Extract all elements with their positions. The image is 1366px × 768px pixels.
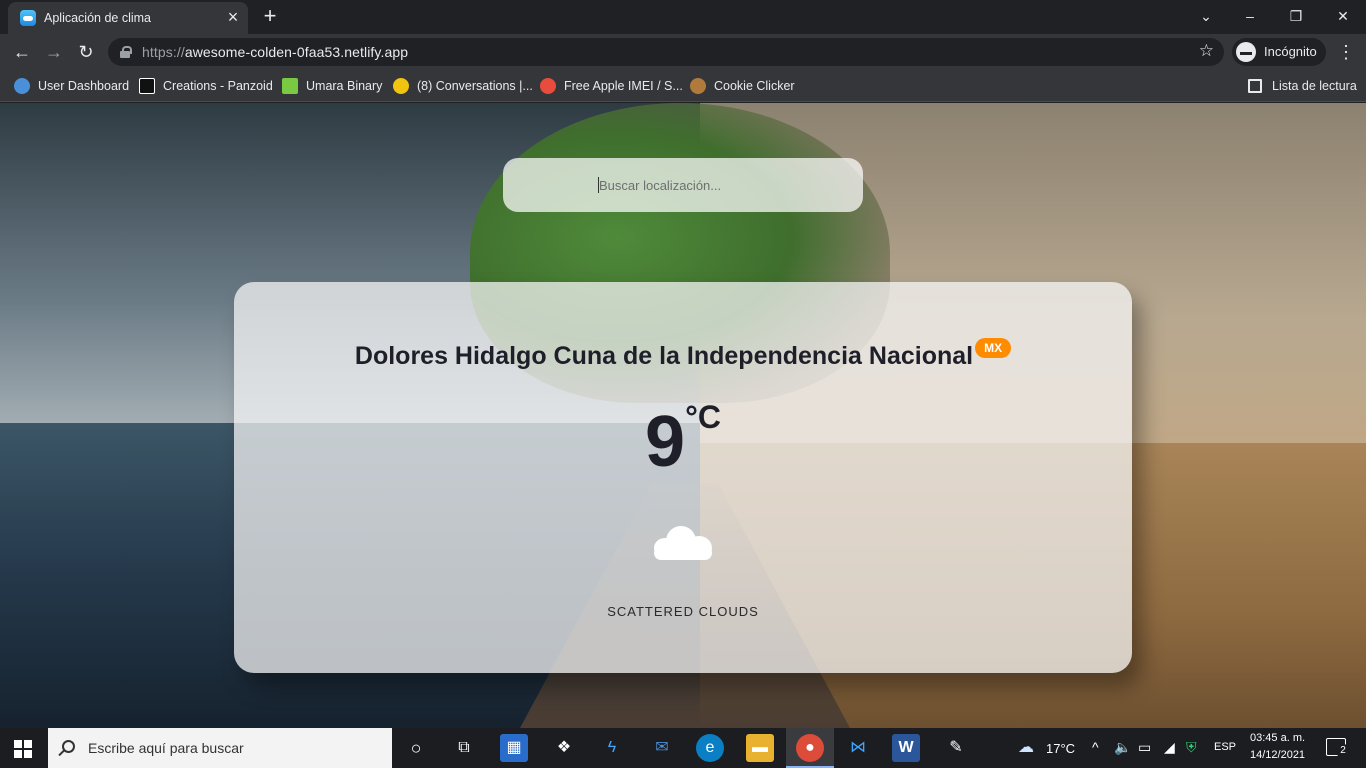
battery-icon[interactable]: ▭	[1138, 739, 1151, 756]
clock-date[interactable]: 14/12/2021	[1250, 749, 1305, 761]
word-icon[interactable]: W	[892, 734, 920, 762]
paint-icon[interactable]: ✎	[942, 734, 970, 762]
bookmarks-bar: User Dashboard Creations - Panzoid Umara…	[0, 70, 1366, 102]
city-heading: Dolores Hidalgo Cuna de la Independencia…	[234, 338, 1132, 371]
bookmark-label: (8) Conversations |...	[417, 79, 533, 93]
vscode-icon[interactable]: ⋈	[844, 734, 872, 762]
search-box	[503, 158, 863, 212]
bookmark-label: Cookie Clicker	[714, 79, 795, 93]
apple-imei-icon	[540, 78, 556, 94]
incognito-icon	[1236, 42, 1256, 62]
bookmark-star-icon[interactable]: ☆	[1199, 41, 1214, 61]
more-menu-icon[interactable]: ⋮	[1336, 40, 1356, 64]
notification-count: 2	[1336, 744, 1350, 758]
close-window-icon[interactable]: ✕	[1333, 6, 1353, 26]
clock-time[interactable]: 03:45 a. m.	[1250, 732, 1305, 744]
chevron-up-icon[interactable]: ^	[1092, 739, 1099, 755]
edge-icon[interactable]: e	[696, 734, 724, 762]
browser-toolbar: ← → ↻ https://awesome-colden-0faa53.netl…	[0, 34, 1366, 70]
cloud-icon	[652, 522, 716, 566]
tray-temperature[interactable]: 17°C	[1046, 741, 1075, 756]
volume-icon[interactable]: 🔈	[1114, 739, 1131, 756]
text-cursor	[598, 177, 599, 193]
bookmark-label: Free Apple IMEI / S...	[564, 79, 683, 93]
reading-list-label: Lista de lectura	[1272, 79, 1357, 93]
url-host: awesome-colden-0faa53.netlify.app	[184, 44, 409, 60]
url-scheme: https://	[142, 44, 185, 60]
panzoid-icon	[139, 78, 155, 94]
weather-favicon-icon	[20, 10, 36, 26]
incognito-button[interactable]: Incógnito	[1232, 38, 1326, 66]
bookmark-label: Umara Binary	[306, 79, 383, 93]
reading-list-button[interactable]: Lista de lectura	[1248, 76, 1357, 96]
location-search-input[interactable]	[599, 175, 839, 195]
address-bar[interactable]: https://awesome-colden-0faa53.netlify.ap…	[108, 38, 1224, 66]
search-icon	[62, 740, 75, 753]
bookmark-panzoid[interactable]: Creations - Panzoid	[139, 76, 273, 96]
language-indicator[interactable]: ESP	[1214, 741, 1236, 753]
bookmark-label: Creations - Panzoid	[163, 79, 273, 93]
tab-search-icon[interactable]: ⌄	[1196, 6, 1216, 26]
temperature-value: 9	[645, 402, 686, 482]
mail-icon[interactable]: ✉	[648, 734, 676, 762]
umara-icon	[282, 78, 298, 94]
task-view-icon[interactable]: ⧉	[450, 734, 478, 762]
minimize-icon[interactable]: –	[1240, 6, 1260, 26]
bookmark-apple-imei[interactable]: Free Apple IMEI / S...	[540, 76, 683, 96]
weather-card: Dolores Hidalgo Cuna de la Independencia…	[234, 282, 1132, 673]
lock-icon[interactable]	[120, 46, 132, 58]
windows-taskbar: Escribe aquí para buscar ○ ⧉ ▦ ❖ ϟ ✉ e ▬…	[0, 728, 1366, 768]
reading-list-icon	[1248, 79, 1262, 93]
file-explorer-icon[interactable]: ▬	[746, 734, 774, 762]
url-text: https://awesome-colden-0faa53.netlify.ap…	[142, 44, 408, 60]
city-name: Dolores Hidalgo Cuna de la Independencia…	[354, 342, 974, 370]
city-name-wrap: Dolores Hidalgo Cuna de la Independencia…	[354, 338, 1012, 371]
tab-title: Aplicación de clima	[44, 11, 151, 25]
bookmark-conversations[interactable]: (8) Conversations |...	[393, 76, 533, 96]
temperature: 9°C	[234, 399, 1132, 482]
weather-description: SCATTERED CLOUDS	[607, 604, 759, 619]
forward-arrow-icon[interactable]: →	[42, 40, 66, 64]
weather-cloud-icon[interactable]: ☁	[1012, 734, 1040, 762]
cortana-icon[interactable]: ○	[402, 734, 430, 762]
lightning-app-icon[interactable]: ϟ	[598, 734, 626, 762]
conversations-icon	[393, 78, 409, 94]
globe-icon	[14, 78, 30, 94]
restore-icon[interactable]: ❐	[1286, 6, 1306, 26]
reload-icon[interactable]: ↻	[74, 40, 98, 64]
security-shield-icon[interactable]: ⛨	[1186, 739, 1197, 756]
incognito-label: Incógnito	[1264, 44, 1317, 59]
new-tab-button[interactable]: +	[258, 5, 282, 29]
temperature-unit: °C	[685, 399, 721, 435]
bookmark-user-dashboard[interactable]: User Dashboard	[14, 76, 129, 96]
cookie-icon	[690, 78, 706, 94]
bookmark-cookie-clicker[interactable]: Cookie Clicker	[690, 76, 795, 96]
back-arrow-icon[interactable]: ←	[10, 40, 34, 64]
close-tab-icon[interactable]: ×	[224, 8, 242, 26]
dropbox-icon[interactable]: ❖	[550, 734, 578, 762]
tab-strip: Aplicación de clima × + ⌄ – ❐ ✕	[0, 0, 1366, 34]
windows-start-icon[interactable]	[14, 740, 32, 758]
taskbar-search-box[interactable]: Escribe aquí para buscar	[48, 728, 392, 768]
bookmark-umara-binary[interactable]: Umara Binary	[282, 76, 382, 96]
bookmark-label: User Dashboard	[38, 79, 130, 93]
country-badge: MX	[975, 338, 1012, 358]
wifi-icon[interactable]: ◢	[1164, 739, 1175, 756]
tab-weather-app[interactable]: Aplicación de clima ×	[8, 2, 248, 34]
chrome-icon[interactable]: ●	[796, 734, 824, 762]
store-icon[interactable]: ▦	[500, 734, 528, 762]
taskbar-search-placeholder: Escribe aquí para buscar	[88, 740, 244, 756]
